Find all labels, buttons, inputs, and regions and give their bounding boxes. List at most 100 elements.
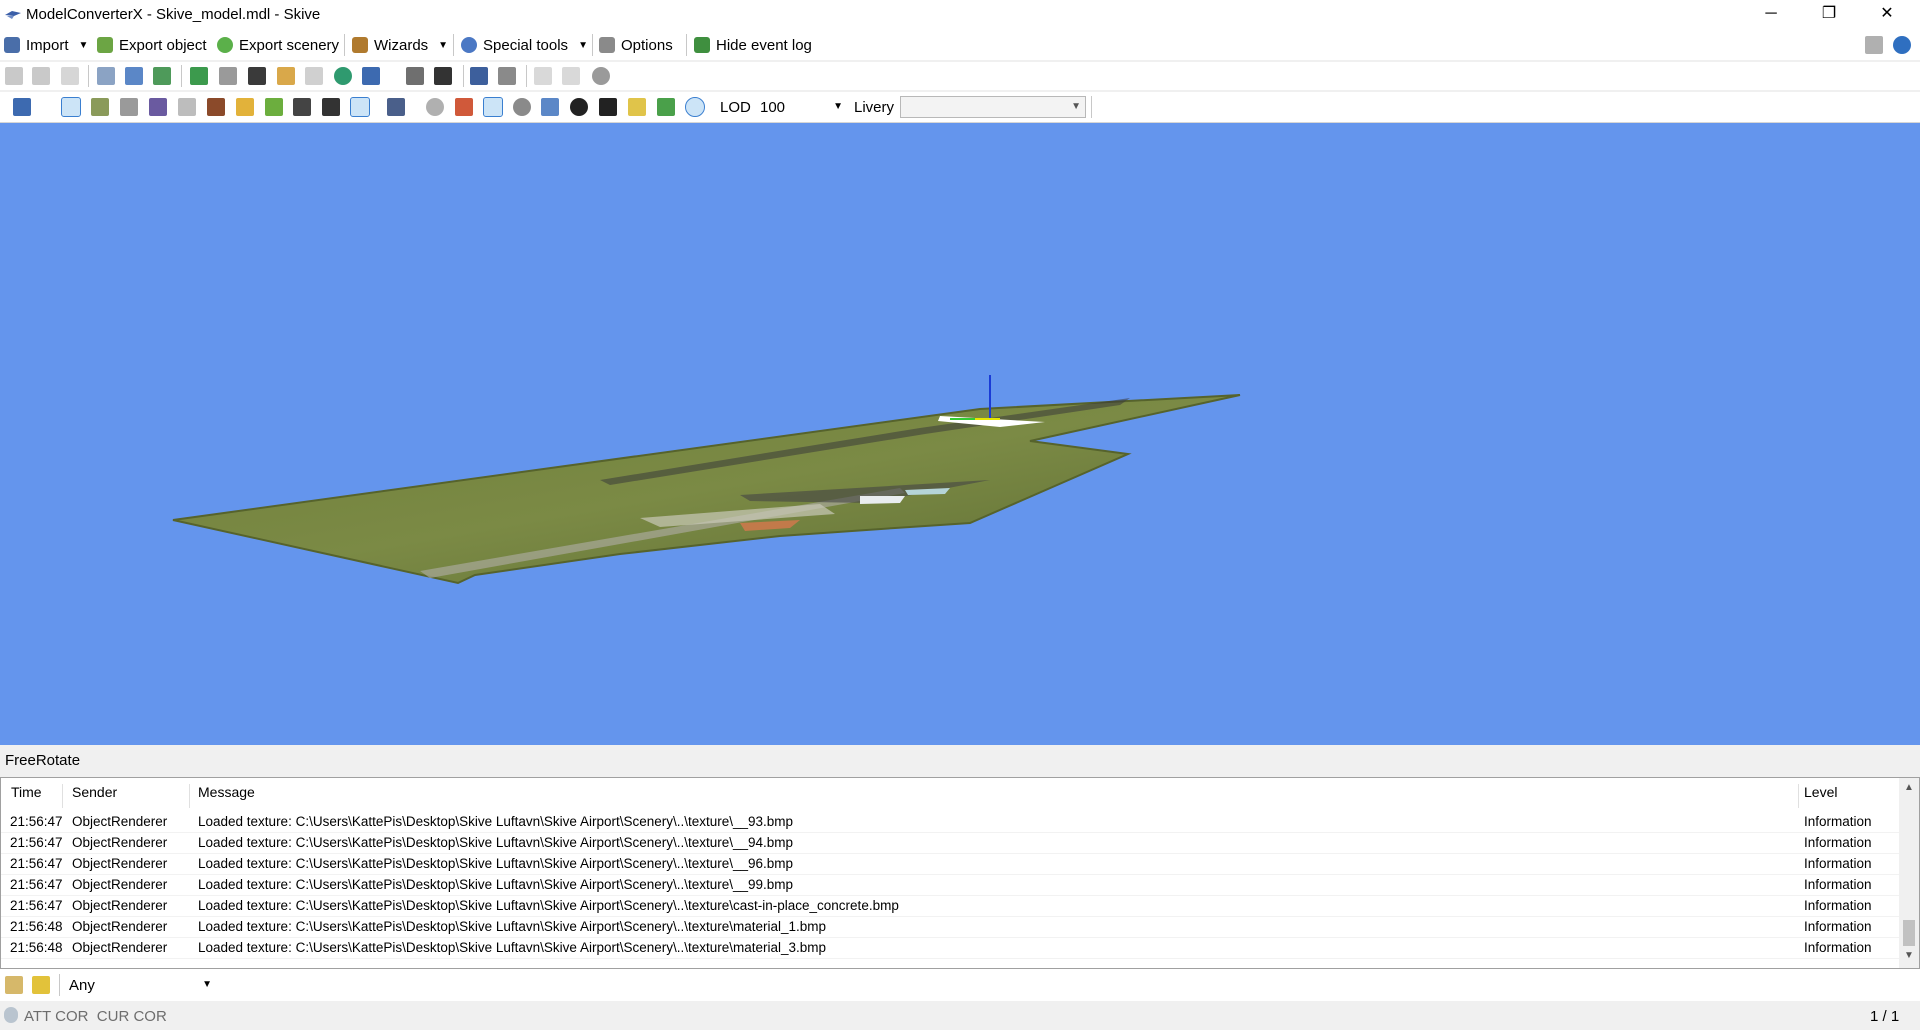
- collision-icon[interactable]: [599, 98, 617, 116]
- log-row[interactable]: 21:56:47 ObjectRenderer Loaded texture: …: [1, 811, 1899, 833]
- main-toolbar: Import ▼ Export object Export scenery Wi…: [0, 30, 1920, 60]
- chevron-down-icon[interactable]: ▼: [1904, 950, 1914, 961]
- hook-icon[interactable]: [293, 98, 311, 116]
- wizards-label: Wizards: [374, 36, 429, 54]
- forward-arrow-icon[interactable]: [32, 67, 50, 85]
- livery-select[interactable]: ▼: [900, 96, 1086, 118]
- skeleton-icon[interactable]: [434, 67, 452, 85]
- log-time: 21:56:47: [10, 898, 63, 913]
- document-icon[interactable]: [1865, 36, 1883, 54]
- pin-icon[interactable]: [125, 67, 143, 85]
- column-divider[interactable]: [189, 784, 190, 808]
- log-sender: ObjectRenderer: [72, 898, 168, 913]
- log-sender: ObjectRenderer: [72, 835, 168, 850]
- log-row[interactable]: 21:56:48 ObjectRenderer Loaded texture: …: [1, 916, 1899, 938]
- scrollbar-thumb[interactable]: [1903, 920, 1915, 946]
- clock-icon[interactable]: [592, 67, 610, 85]
- record-icon[interactable]: [685, 97, 705, 117]
- wizards-menu[interactable]: Wizards ▼: [352, 34, 448, 56]
- grid-icon[interactable]: [61, 97, 81, 117]
- texture-icon[interactable]: [219, 67, 237, 85]
- globe-icon[interactable]: [334, 67, 352, 85]
- solid-icon[interactable]: [483, 97, 503, 117]
- special-tools-menu[interactable]: Special tools ▼: [461, 34, 588, 56]
- list-icon[interactable]: [498, 67, 516, 85]
- import-menu[interactable]: Import ▼: [4, 34, 88, 56]
- log-row[interactable]: 21:56:48 ObjectRenderer Loaded texture: …: [1, 937, 1899, 959]
- toolbar-separator: [344, 34, 345, 56]
- toolbar-separator: [592, 34, 593, 56]
- light-icon[interactable]: [628, 98, 646, 116]
- clear-log-icon[interactable]: [32, 976, 50, 994]
- magnifier-icon[interactable]: [97, 67, 115, 85]
- log-message: Loaded texture: C:\Users\KattePis\Deskto…: [198, 940, 827, 955]
- material-icon[interactable]: [190, 67, 208, 85]
- camera-icon[interactable]: [387, 98, 405, 116]
- box-icon[interactable]: [305, 67, 323, 85]
- log-sender: ObjectRenderer: [72, 940, 168, 955]
- lod-select[interactable]: 100 ▼: [754, 96, 847, 118]
- export-scenery-button[interactable]: Export scenery: [217, 34, 339, 56]
- sphere-icon[interactable]: [513, 98, 531, 116]
- animation-icon[interactable]: [248, 67, 266, 85]
- log-sender: ObjectRenderer: [72, 919, 168, 934]
- log-row[interactable]: 21:56:47 ObjectRenderer Loaded texture: …: [1, 853, 1899, 875]
- checker-icon[interactable]: [570, 98, 588, 116]
- gear-icon[interactable]: [426, 98, 444, 116]
- level-filter-value: Any: [69, 977, 95, 994]
- page-indicator: 1 / 1: [1870, 1008, 1900, 1025]
- column-divider[interactable]: [62, 784, 63, 808]
- log-row[interactable]: 21:56:47 ObjectRenderer Loaded texture: …: [1, 874, 1899, 896]
- window-title: ModelConverterX - Skive_model.mdl - Skiv…: [26, 6, 321, 23]
- measure-icon[interactable]: [120, 98, 138, 116]
- ground-icon[interactable]: [265, 98, 283, 116]
- airplane-icon[interactable]: [322, 98, 340, 116]
- brick-icon[interactable]: [207, 98, 225, 116]
- redo-icon[interactable]: [562, 67, 580, 85]
- hierarchy-icon[interactable]: [153, 67, 171, 85]
- column-header-sender[interactable]: Sender: [72, 784, 117, 800]
- column-divider[interactable]: [1798, 784, 1799, 808]
- cube-icon[interactable]: [455, 98, 473, 116]
- shadow-icon[interactable]: [236, 98, 254, 116]
- hide-event-log-button[interactable]: Hide event log: [694, 34, 812, 56]
- normals-icon[interactable]: [541, 98, 559, 116]
- restore-button[interactable]: ❐: [1800, 0, 1858, 30]
- log-row[interactable]: 21:56:47 ObjectRenderer Loaded texture: …: [1, 832, 1899, 854]
- 3d-viewport[interactable]: [0, 123, 1920, 745]
- log-level: Information: [1804, 814, 1872, 829]
- mode-bar: FreeRotate: [0, 745, 1920, 777]
- export-object-button[interactable]: Export object: [97, 34, 207, 56]
- log-time: 21:56:47: [10, 814, 63, 829]
- export-icon[interactable]: [362, 67, 380, 85]
- level-filter-select[interactable]: Any ▼: [66, 974, 216, 996]
- bones-icon[interactable]: [149, 98, 167, 116]
- page-icon[interactable]: [61, 67, 79, 85]
- toolbar-separator: [686, 34, 687, 56]
- log-time: 21:56:48: [10, 919, 63, 934]
- location-pin-icon: [4, 1007, 18, 1023]
- attach-point-icon[interactable]: [350, 97, 370, 117]
- edit-note-icon[interactable]: [5, 976, 23, 994]
- monitor-icon[interactable]: [470, 67, 488, 85]
- link-icon[interactable]: [406, 67, 424, 85]
- event-log-scrollbar[interactable]: ▲ ▼: [1899, 778, 1919, 968]
- options-button[interactable]: Options: [599, 34, 673, 56]
- column-header-time[interactable]: Time: [11, 784, 42, 800]
- minimize-button[interactable]: ─: [1742, 0, 1800, 30]
- zoom-extents-icon[interactable]: [13, 98, 31, 116]
- undo-icon[interactable]: [534, 67, 552, 85]
- column-header-level[interactable]: Level: [1804, 784, 1837, 800]
- back-arrow-icon[interactable]: [5, 67, 23, 85]
- chevron-down-icon: ▼: [202, 979, 212, 990]
- close-button[interactable]: ✕: [1858, 0, 1916, 30]
- chevron-up-icon[interactable]: ▲: [1904, 782, 1914, 793]
- log-message: Loaded texture: C:\Users\KattePis\Deskto…: [198, 856, 794, 871]
- column-header-message[interactable]: Message: [198, 784, 255, 800]
- refresh-icon[interactable]: [657, 98, 675, 116]
- log-row[interactable]: 21:56:47 ObjectRenderer Loaded texture: …: [1, 895, 1899, 917]
- help-icon[interactable]: [1893, 36, 1911, 54]
- wireframe-icon[interactable]: [178, 98, 196, 116]
- folder-icon[interactable]: [277, 67, 295, 85]
- axes-icon[interactable]: [91, 98, 109, 116]
